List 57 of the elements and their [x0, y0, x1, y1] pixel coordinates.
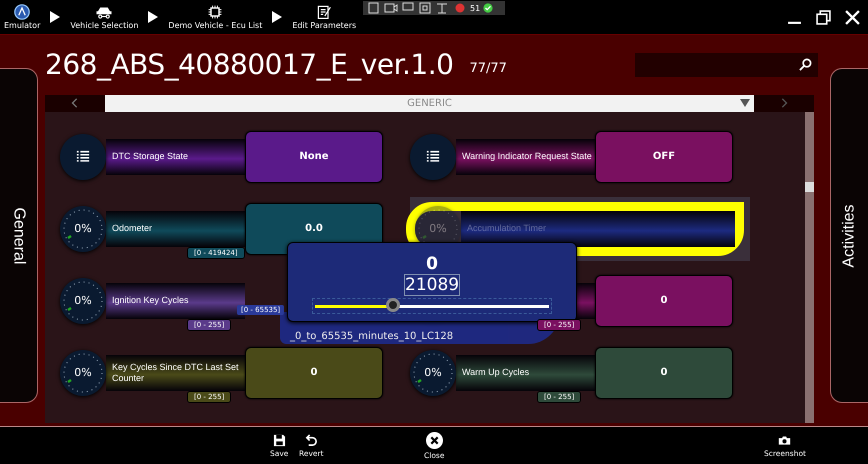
undo-arrow-icon — [304, 434, 318, 446]
gauge-percent: 0% — [424, 366, 442, 380]
restore-icon[interactable] — [816, 10, 831, 24]
gauge-percent: 0% — [74, 222, 92, 236]
value-slider[interactable] — [312, 298, 552, 314]
value-button[interactable]: None — [245, 130, 383, 183]
search-field[interactable] — [635, 52, 818, 77]
gauge-percent: 0% — [74, 366, 92, 380]
parameter-bar[interactable]: Key Cycles Since DTC Last Set Counter — [106, 354, 245, 391]
value-button[interactable]: 0 — [595, 346, 733, 399]
parameter-label: Odometer — [112, 223, 152, 234]
slider-thumb[interactable] — [386, 298, 400, 312]
parameter-label: DTC Storage State — [112, 151, 188, 162]
gauge-percent: 0% — [429, 222, 447, 236]
gauge-percent: 0% — [74, 294, 92, 308]
value-button[interactable]: 0 — [595, 274, 733, 327]
status-tray: 51 — [363, 1, 505, 15]
camera-icon — [778, 434, 792, 446]
list-icon — [426, 150, 440, 164]
chip-icon — [206, 4, 224, 20]
value-button[interactable]: OFF — [595, 130, 733, 183]
check-icon — [483, 3, 494, 13]
parameter-label: Key Cycles Since DTC Last Set Counter — [112, 362, 240, 384]
list-icon — [76, 150, 90, 164]
breadcrumb-item[interactable]: Edit Parameters — [290, 4, 358, 30]
edit-document-icon — [315, 4, 334, 20]
caret-icon — [740, 99, 750, 108]
chevron-right-icon — [50, 11, 60, 23]
close-icon — [426, 432, 443, 448]
chevron-right-icon — [272, 11, 282, 23]
chevron-right-icon — [148, 11, 158, 23]
page-title: 268_ABS_40880017_E_ver.1.0 — [45, 48, 454, 82]
logo-icon — [13, 4, 32, 20]
parameter-counter: 77/77 — [469, 61, 507, 76]
parameter-label: Accumulation Timer — [467, 223, 546, 234]
current-value: 0 — [426, 254, 438, 274]
scrollbar-thumb[interactable] — [805, 182, 814, 192]
search-icon — [799, 58, 812, 72]
parameter-bar[interactable]: Warm Up Cycles — [456, 354, 595, 391]
parameter-bar[interactable]: Odometer — [106, 210, 245, 247]
toolbar-icons-drawing[interactable] — [367, 2, 467, 14]
breadcrumb-item[interactable]: Emulator — [2, 4, 42, 30]
close-icon[interactable] — [845, 10, 860, 24]
parameter-label: Ignition Key Cycles — [112, 295, 189, 306]
breadcrumb-item[interactable]: Demo Vehicle - Ecu List — [166, 4, 264, 30]
value-button[interactable]: 0 — [245, 346, 383, 399]
side-tab[interactable]: General — [0, 68, 38, 403]
save-icon — [272, 434, 286, 446]
parameter-label: Warning Indicator Request State — [462, 151, 592, 162]
slider-track[interactable] — [315, 304, 549, 308]
parameter-label: Warm Up Cycles — [462, 367, 530, 378]
side-tab[interactable]: Activities — [830, 68, 868, 403]
breadcrumb-item[interactable]: Vehicle Selection — [68, 4, 140, 30]
parameter-bar[interactable]: DTC Storage State — [106, 138, 245, 175]
parameter-bar[interactable]: Warning Indicator Request State — [456, 138, 595, 175]
value-input[interactable]: 21089 — [404, 274, 460, 296]
scrollbar[interactable] — [805, 112, 814, 423]
